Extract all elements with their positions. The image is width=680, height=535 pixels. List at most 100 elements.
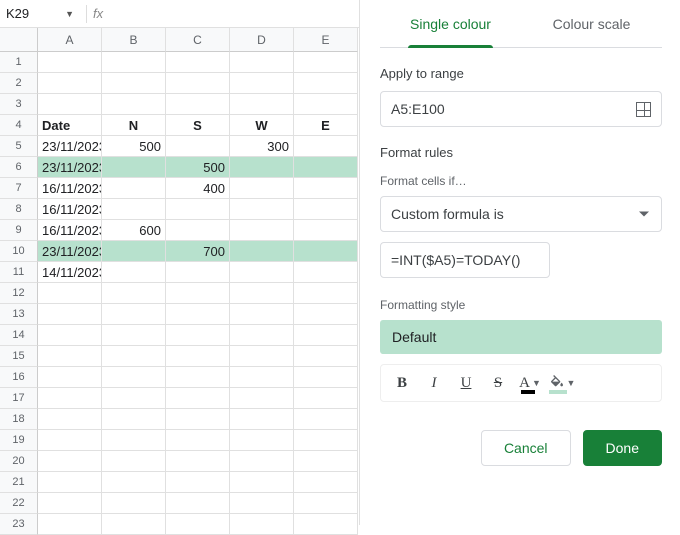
cell[interactable] [166, 346, 230, 367]
select-all-corner[interactable] [0, 28, 38, 52]
formula-input[interactable]: =INT($A5)=TODAY() [380, 242, 550, 278]
row-header[interactable]: 6 [0, 157, 38, 178]
cell[interactable] [102, 304, 166, 325]
cell[interactable] [230, 493, 294, 514]
text-color-button[interactable]: A▼ [515, 369, 545, 397]
cell[interactable]: 500 [102, 136, 166, 157]
cell[interactable] [294, 388, 358, 409]
cell[interactable] [230, 430, 294, 451]
cell[interactable] [294, 241, 358, 262]
rule-type-dropdown[interactable]: Custom formula is [380, 196, 662, 232]
tab-single-colour[interactable]: Single colour [380, 0, 521, 47]
cell[interactable] [166, 220, 230, 241]
col-header[interactable]: D [230, 28, 294, 52]
row-header[interactable]: 20 [0, 451, 38, 472]
cell[interactable] [102, 178, 166, 199]
cell[interactable]: 16/11/2023 [38, 199, 102, 220]
cell[interactable] [38, 283, 102, 304]
cell[interactable] [230, 388, 294, 409]
cell[interactable]: 300 [230, 136, 294, 157]
cell[interactable] [102, 52, 166, 73]
cell[interactable] [102, 73, 166, 94]
row-header[interactable]: 9 [0, 220, 38, 241]
cell[interactable] [102, 199, 166, 220]
cell[interactable] [38, 430, 102, 451]
cancel-button[interactable]: Cancel [481, 430, 571, 466]
cell[interactable] [102, 283, 166, 304]
cell[interactable] [166, 199, 230, 220]
cell[interactable] [38, 304, 102, 325]
cell[interactable] [166, 409, 230, 430]
cell[interactable]: 14/11/2023 [38, 262, 102, 283]
cell[interactable] [230, 52, 294, 73]
cell[interactable] [230, 325, 294, 346]
cell[interactable] [230, 283, 294, 304]
cell[interactable] [294, 178, 358, 199]
cell[interactable] [38, 52, 102, 73]
cell[interactable]: 23/11/2023 [38, 136, 102, 157]
col-header[interactable]: A [38, 28, 102, 52]
row-header[interactable]: 4 [0, 115, 38, 136]
col-header[interactable]: E [294, 28, 358, 52]
fill-color-button[interactable]: ▼ [547, 369, 577, 397]
cell[interactable]: W [230, 115, 294, 136]
cell[interactable] [166, 94, 230, 115]
cell[interactable] [230, 346, 294, 367]
row-header[interactable]: 15 [0, 346, 38, 367]
cell[interactable] [294, 52, 358, 73]
cell[interactable] [230, 409, 294, 430]
cell[interactable] [102, 241, 166, 262]
cell[interactable] [230, 241, 294, 262]
underline-button[interactable]: U [451, 369, 481, 397]
cell[interactable] [102, 346, 166, 367]
cell[interactable] [294, 220, 358, 241]
col-header[interactable]: B [102, 28, 166, 52]
row-header[interactable]: 17 [0, 388, 38, 409]
cell[interactable] [166, 493, 230, 514]
cell[interactable] [102, 325, 166, 346]
row-header[interactable]: 14 [0, 325, 38, 346]
cell[interactable] [294, 451, 358, 472]
row-header[interactable]: 13 [0, 304, 38, 325]
cell[interactable] [230, 262, 294, 283]
cell[interactable] [102, 409, 166, 430]
row-header[interactable]: 12 [0, 283, 38, 304]
cell[interactable] [230, 451, 294, 472]
cell[interactable] [38, 409, 102, 430]
cell[interactable] [166, 262, 230, 283]
cell[interactable] [230, 304, 294, 325]
cell[interactable] [38, 94, 102, 115]
cell[interactable] [294, 94, 358, 115]
cell[interactable]: 500 [166, 157, 230, 178]
row-header[interactable]: 5 [0, 136, 38, 157]
cell[interactable] [102, 157, 166, 178]
cell[interactable] [38, 493, 102, 514]
row-header[interactable]: 1 [0, 52, 38, 73]
cell[interactable] [102, 262, 166, 283]
cell[interactable]: 600 [102, 220, 166, 241]
cell[interactable] [230, 94, 294, 115]
cell[interactable] [102, 472, 166, 493]
cell[interactable] [294, 472, 358, 493]
strikethrough-button[interactable]: S [483, 369, 513, 397]
cell[interactable] [166, 52, 230, 73]
col-header[interactable]: C [166, 28, 230, 52]
row-header[interactable]: 18 [0, 409, 38, 430]
row-header[interactable]: 7 [0, 178, 38, 199]
cell[interactable] [102, 367, 166, 388]
cell[interactable] [102, 451, 166, 472]
cell[interactable] [102, 493, 166, 514]
cell[interactable]: Date [38, 115, 102, 136]
cell[interactable] [38, 472, 102, 493]
cell[interactable] [294, 430, 358, 451]
cell-grid[interactable]: ABCDE1234DateNSWE523/11/2023500300623/11… [0, 28, 359, 535]
cell[interactable] [294, 262, 358, 283]
name-box[interactable]: K29 ▼ [0, 6, 80, 21]
cell[interactable]: 400 [166, 178, 230, 199]
cell[interactable] [230, 178, 294, 199]
row-header[interactable]: 22 [0, 493, 38, 514]
cell[interactable] [230, 199, 294, 220]
cell[interactable] [294, 157, 358, 178]
cell[interactable] [38, 73, 102, 94]
cell[interactable] [166, 304, 230, 325]
